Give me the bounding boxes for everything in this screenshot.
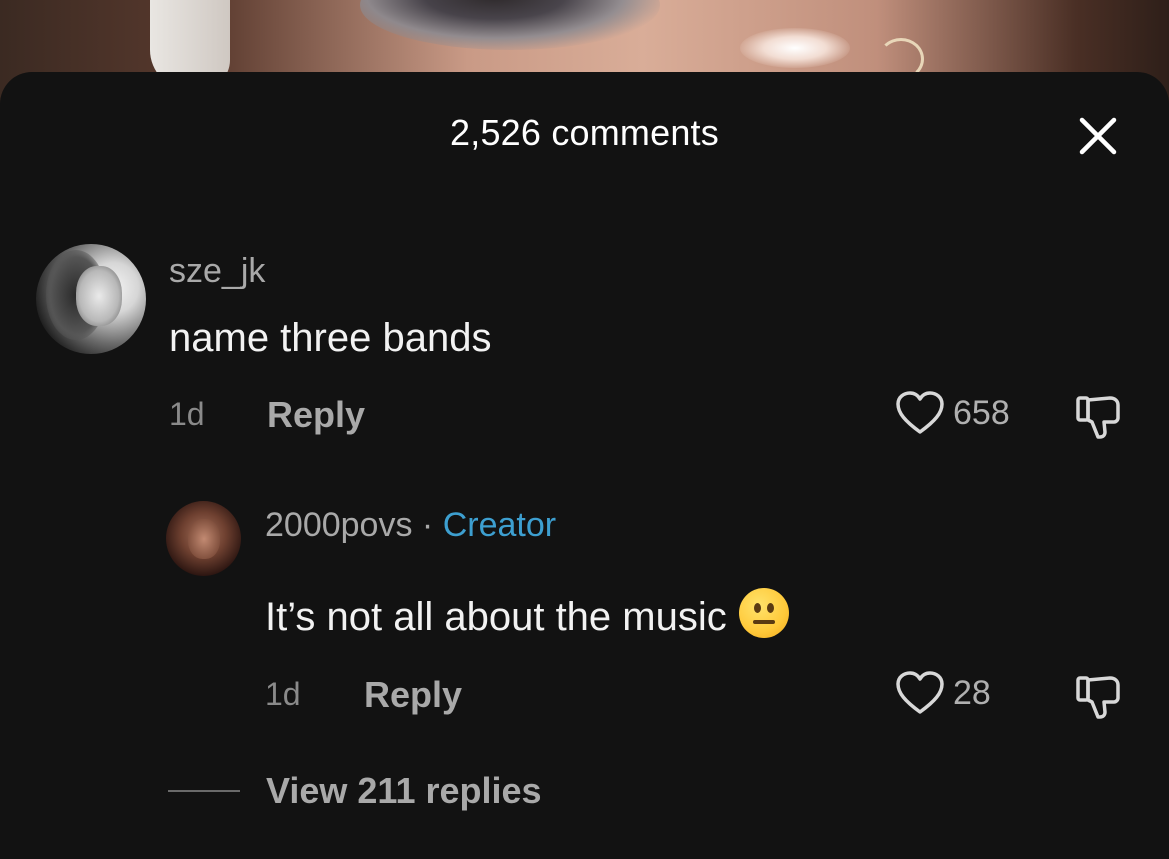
reply-avatar-face (188, 519, 220, 559)
comment-text: name three bands (169, 316, 492, 360)
avatar[interactable] (36, 244, 146, 354)
reply-like-count: 28 (953, 673, 991, 712)
view-replies-divider (168, 790, 240, 792)
view-replies-button[interactable]: View 211 replies (168, 770, 542, 812)
separator-dot: · (421, 506, 434, 544)
comments-count-title: 2,526 comments (450, 112, 719, 153)
video-nose-highlight (740, 28, 850, 68)
reply-button[interactable]: Reply (267, 394, 365, 436)
thumbs-down-icon (1076, 676, 1120, 719)
reply-username[interactable]: 2000povs (265, 506, 412, 544)
reply-like-button[interactable]: 28 (895, 670, 991, 716)
reply-reply-button[interactable]: Reply (364, 674, 462, 716)
avatar-face (76, 266, 122, 326)
reply-username-row: 2000povs · Creator (265, 506, 556, 545)
close-button[interactable] (1074, 112, 1122, 160)
close-icon (1079, 117, 1117, 155)
reply-avatar[interactable] (166, 501, 241, 576)
app-stage: 2,526 comments sze_jk name three bands 1… (0, 0, 1169, 859)
thumbs-down-icon (1076, 396, 1120, 439)
neutral-face-emoji-icon (738, 588, 789, 638)
like-button[interactable]: 658 (895, 390, 1010, 436)
comments-sheet: 2,526 comments sze_jk name three bands 1… (0, 72, 1169, 859)
video-eye (360, 0, 660, 50)
like-count: 658 (953, 393, 1010, 432)
reply-timestamp: 1d (265, 676, 301, 712)
heart-icon (896, 671, 944, 714)
comment-timestamp: 1d (169, 396, 205, 432)
comment-username[interactable]: sze_jk (169, 252, 265, 291)
reply-dislike-button[interactable] (1074, 672, 1124, 727)
dislike-button[interactable] (1074, 392, 1124, 447)
reply-text-row: It’s not all about the music (265, 588, 789, 640)
view-replies-label: View 211 replies (266, 770, 542, 811)
heart-icon (896, 391, 944, 434)
reply-text: It’s not all about the music (265, 595, 727, 639)
creator-badge: Creator (442, 506, 557, 544)
